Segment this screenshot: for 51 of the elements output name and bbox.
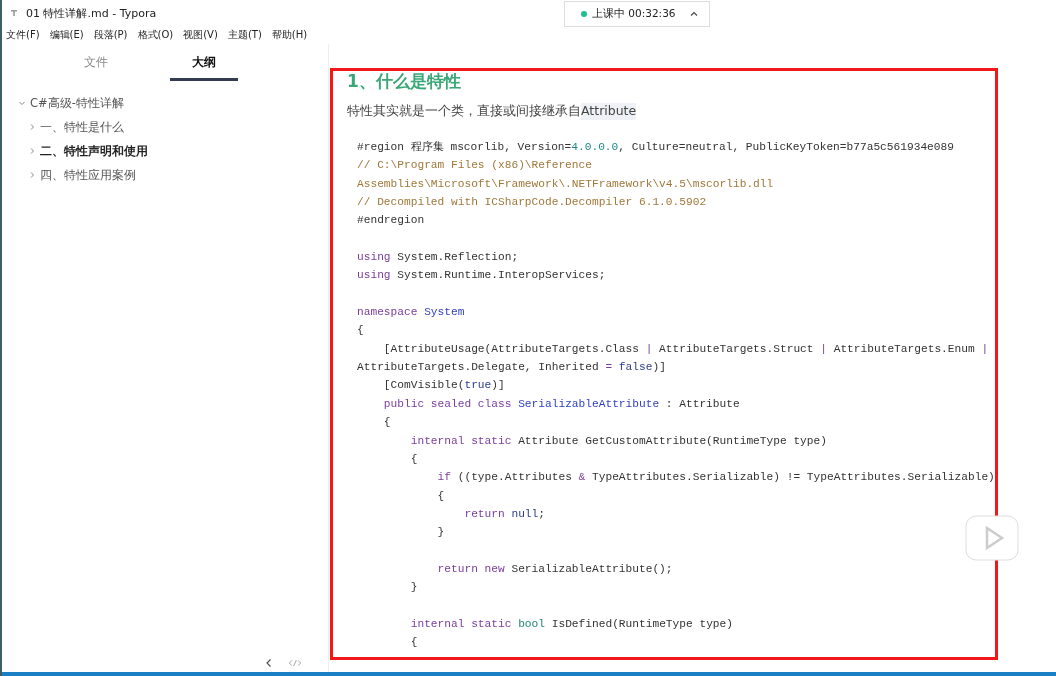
code-line: AttributeTargets.Delegate, Inherited = false)] xyxy=(357,360,667,376)
code-line: // C:\Program Files (x86)\Reference xyxy=(357,158,593,174)
chevron-right-icon[interactable] xyxy=(28,171,36,179)
window-title: 01 特性详解.md - Typora xyxy=(26,5,157,21)
code-line: [AttributeUsage(AttributeTargets.Class | AttributeTargets.Struct | AttributeTargets.Enum | xyxy=(382,341,990,357)
code-line: // Decompiled with ICSharpCode.Decompiler 6.1.0.5902 xyxy=(357,195,708,211)
code-line: { xyxy=(357,323,365,339)
code-line: { xyxy=(409,451,419,467)
code-line: internal static Attribute GetCustomAttribute(RuntimeType type) xyxy=(409,433,828,449)
inline-code: Attribute xyxy=(581,103,637,120)
code-line: using System.Reflection; xyxy=(357,250,520,266)
code-line: Assemblies\Microsoft\Framework\.NETFramework\v4.5\mscorlib.dll xyxy=(357,176,775,192)
code-line: { xyxy=(382,415,392,431)
outline-item[interactable]: 一、特性是什么 xyxy=(40,119,124,135)
sidebar-tab[interactable]: 大纲 xyxy=(170,50,238,81)
code-line: #endregion xyxy=(357,213,426,229)
menu-item[interactable]: 格式(O) xyxy=(137,28,174,42)
timer-text: 上课中 00:32:36 xyxy=(592,7,676,21)
menu-item[interactable]: 编辑(E) xyxy=(49,28,84,42)
section-heading: 1、什么是特性 xyxy=(347,70,462,93)
sidebar-tab[interactable]: 文件 xyxy=(62,50,130,81)
code-line: { xyxy=(436,488,446,504)
caret-up-icon[interactable] xyxy=(688,9,699,19)
chevron-right-icon[interactable] xyxy=(28,123,36,131)
menu-item[interactable]: 文件(F) xyxy=(6,28,40,42)
outline-item[interactable]: C#高级-特性详解 xyxy=(30,95,124,111)
code-line: using System.Runtime.InteropServices; xyxy=(357,268,607,284)
paragraph: 特性其实就是一个类，直接或间接继承自 xyxy=(347,103,581,120)
chevron-down-icon[interactable] xyxy=(18,99,26,107)
chevron-left-icon[interactable] xyxy=(264,658,274,668)
code-line: namespace System xyxy=(357,305,466,321)
code-line: return new SerializableAttribute(); xyxy=(436,561,674,577)
code-line: } xyxy=(409,580,419,596)
menu-item[interactable]: 段落(P) xyxy=(93,28,128,42)
code-line: return null; xyxy=(463,506,546,522)
code-line: [ComVisible(true)] xyxy=(382,378,506,394)
chevron-right-icon[interactable] xyxy=(28,147,36,155)
code-line: if ((type.Attributes & TypeAttributes.Serializable) != TypeAttributes.Serializable) xyxy=(436,470,996,486)
menu-item[interactable]: 视图(V) xyxy=(183,28,218,42)
code-line: } xyxy=(436,525,446,541)
menu-item[interactable]: 帮助(H) xyxy=(271,28,308,42)
code-line: #region 程序集 mscorlib, Version=4.0.0.0, Culture=neutral, PublicKeyToken=b77a5c561934e089 xyxy=(357,140,955,155)
menu-item[interactable]: 主题(T) xyxy=(227,28,262,42)
code-line: public sealed class SerializableAttribute : Attribute xyxy=(382,396,741,412)
outline-item[interactable]: 四、特性应用案例 xyxy=(40,167,136,183)
play-icon[interactable] xyxy=(965,512,1019,562)
code-icon[interactable] xyxy=(288,658,302,668)
code-line: { xyxy=(409,635,419,651)
code-line: internal static bool IsDefined(RuntimeType type) xyxy=(409,616,734,632)
app-icon xyxy=(10,9,18,17)
outline-item[interactable]: 二、特性声明和使用 xyxy=(40,143,148,159)
